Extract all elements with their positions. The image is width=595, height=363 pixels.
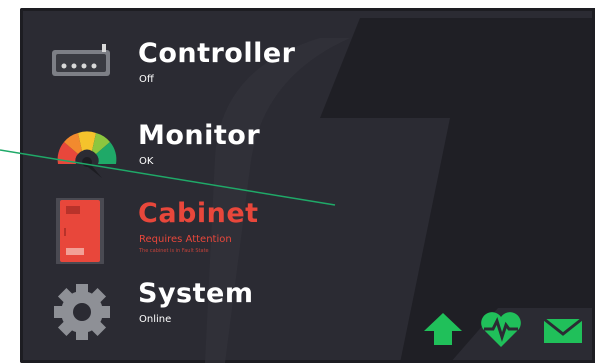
controller-title: Controller bbox=[138, 38, 296, 69]
controller-status: Off bbox=[139, 74, 154, 85]
gear-icon bbox=[54, 284, 110, 340]
monitor-status: OK bbox=[139, 156, 154, 167]
system-title: System bbox=[138, 278, 254, 309]
cabinet-icon bbox=[56, 198, 104, 264]
controller-icon bbox=[52, 44, 110, 76]
menu-item-system[interactable]: System Online bbox=[50, 278, 450, 344]
device-screen: Controller Off Monitor OK Cabinet Requir… bbox=[20, 8, 595, 363]
cabinet-status: Requires Attention bbox=[139, 234, 232, 245]
heartbeat-icon[interactable] bbox=[478, 309, 524, 349]
gauge-icon bbox=[57, 131, 117, 178]
cabinet-title: Cabinet bbox=[138, 198, 259, 229]
cabinet-detail: The cabinet is in Fault State bbox=[139, 248, 209, 254]
monitor-title: Monitor bbox=[138, 120, 261, 151]
system-status: Online bbox=[139, 314, 172, 325]
mail-icon[interactable] bbox=[540, 309, 586, 349]
home-arrow-icon[interactable] bbox=[420, 309, 466, 349]
menu-item-controller[interactable]: Controller Off bbox=[50, 38, 450, 104]
menu-item-monitor[interactable]: Monitor OK bbox=[50, 120, 450, 186]
menu-item-cabinet[interactable]: Cabinet Requires Attention The cabinet i… bbox=[50, 198, 450, 264]
